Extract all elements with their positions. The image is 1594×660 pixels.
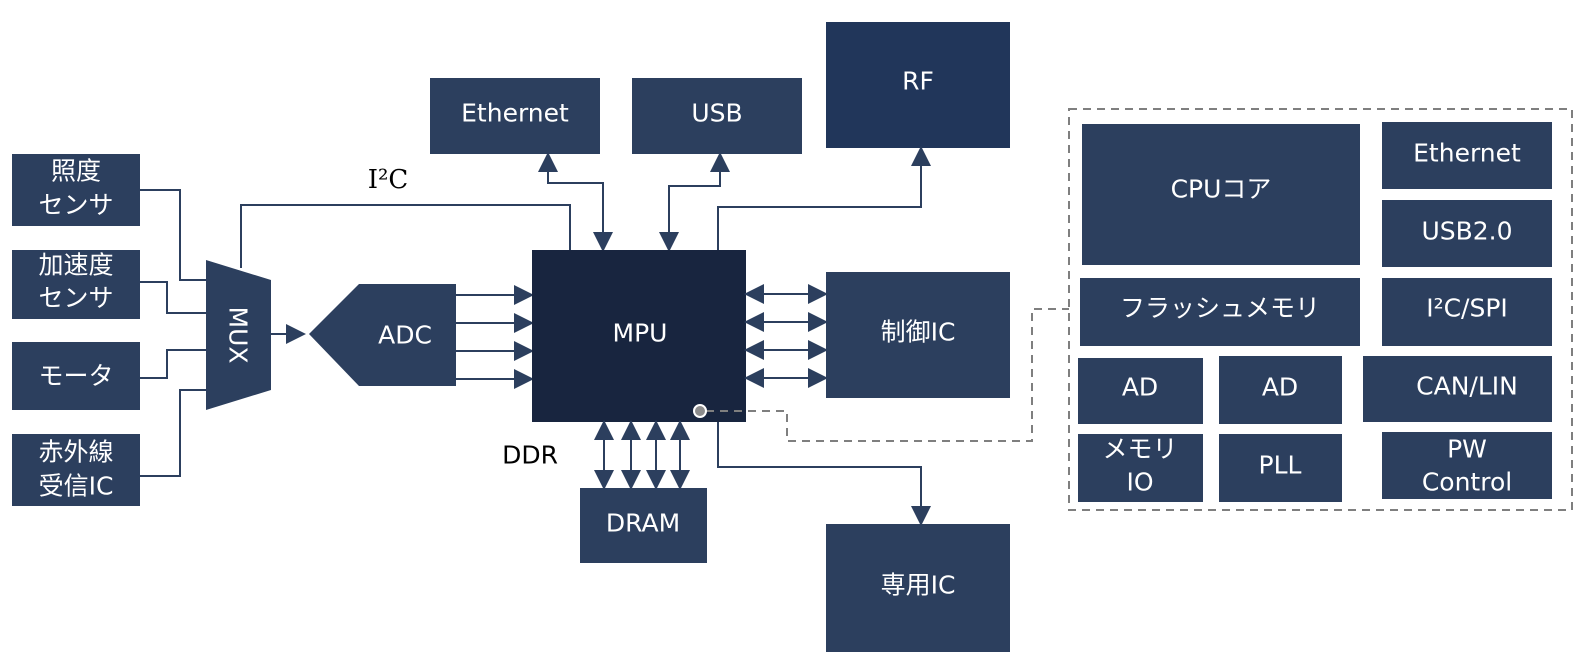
sensor-wires bbox=[140, 189, 206, 477]
detail-label: CAN/LIN bbox=[1416, 372, 1518, 401]
sensor-label-line1: 加速度 bbox=[38, 251, 113, 280]
arrow-mpu-rf bbox=[717, 146, 931, 250]
detail-label-line2: Control bbox=[1422, 468, 1512, 497]
detail-block-pll[interactable]: PLL bbox=[1219, 434, 1342, 502]
mpu-dram-arrows bbox=[594, 420, 690, 490]
detail-label: I²C/SPI bbox=[1426, 294, 1508, 323]
sensor-label-line2: センサ bbox=[38, 284, 113, 313]
block-diagram: 照度 センサ 加速度 センサ モータ 赤外線 受信IC I²C MUX ADC bbox=[12, 22, 1573, 652]
sensor-block-illuminance[interactable]: 照度 センサ bbox=[12, 154, 140, 226]
detail-block-ad-1[interactable]: AD bbox=[1078, 358, 1203, 424]
dram-block[interactable]: DRAM bbox=[580, 488, 707, 563]
detail-block-memory-io[interactable]: メモリ IO bbox=[1078, 434, 1203, 502]
detail-label: Ethernet bbox=[1413, 139, 1521, 168]
detail-block-pw-control[interactable]: PW Control bbox=[1382, 432, 1552, 499]
mpu-label: MPU bbox=[613, 319, 668, 348]
mpu-control-ic-arrows bbox=[744, 284, 828, 388]
detail-label: フラッシュメモリ bbox=[1120, 294, 1320, 323]
callout-handle[interactable] bbox=[693, 404, 707, 418]
detail-label: USB2.0 bbox=[1421, 217, 1512, 246]
detail-block-usb2[interactable]: USB2.0 bbox=[1382, 200, 1552, 267]
arrow-mpu-usb bbox=[659, 152, 730, 252]
sensor-block-motor[interactable]: モータ bbox=[12, 342, 140, 410]
arrow-mpu-ethernet bbox=[538, 152, 613, 252]
detail-label: PLL bbox=[1259, 451, 1302, 480]
detail-block-cpu-core[interactable]: CPUコア bbox=[1082, 124, 1360, 265]
ddr-bus-label: DDR bbox=[502, 441, 558, 470]
control-ic-block[interactable]: 制御IC bbox=[826, 272, 1010, 398]
adc-label: ADC bbox=[378, 321, 432, 350]
mux-label: MUX bbox=[224, 307, 253, 364]
usb-label: USB bbox=[691, 99, 742, 128]
detail-block-ethernet[interactable]: Ethernet bbox=[1382, 122, 1552, 189]
i2c-bus-label: I²C bbox=[368, 165, 409, 195]
detail-label: PW bbox=[1447, 435, 1487, 464]
mux-block[interactable]: MUX bbox=[206, 260, 271, 410]
adc-block[interactable]: ADC bbox=[309, 284, 456, 386]
mpu-block[interactable]: MPU bbox=[532, 250, 746, 422]
detail-block-flash[interactable]: フラッシュメモリ bbox=[1080, 278, 1360, 346]
rf-block[interactable]: RF bbox=[826, 22, 1010, 148]
detail-block-can-lin[interactable]: CAN/LIN bbox=[1363, 356, 1552, 422]
mpu-detail-panel: CPUコア Ethernet USB2.0 フラッシュメモリ I²C/SPI A… bbox=[1078, 122, 1552, 502]
dedicated-ic-block[interactable]: 専用IC bbox=[826, 524, 1010, 652]
wire-accel-to-mux bbox=[140, 281, 206, 314]
detail-label: CPUコア bbox=[1171, 175, 1272, 204]
detail-label-line2: IO bbox=[1126, 468, 1153, 497]
detail-label: AD bbox=[1262, 373, 1298, 402]
sensor-label-line2: センサ bbox=[38, 191, 113, 220]
arrow-mpu-dedicated-ic bbox=[717, 422, 931, 526]
wire-illuminance-to-mux bbox=[140, 189, 206, 281]
wire-motor-to-mux bbox=[140, 349, 206, 379]
sensor-label-line1: 赤外線 bbox=[38, 438, 113, 467]
ethernet-block[interactable]: Ethernet bbox=[430, 78, 600, 154]
sensor-block-infrared[interactable]: 赤外線 受信IC bbox=[12, 434, 140, 506]
sensor-label-line1: モータ bbox=[38, 362, 113, 391]
sensor-label-line1: 照度 bbox=[51, 157, 101, 186]
ethernet-label: Ethernet bbox=[461, 99, 569, 128]
dram-label: DRAM bbox=[606, 509, 680, 538]
detail-block-ad-2[interactable]: AD bbox=[1219, 356, 1342, 424]
rf-label: RF bbox=[902, 67, 934, 96]
wire-i2c-mux-to-mpu bbox=[240, 204, 571, 268]
detail-block-i2c-spi[interactable]: I²C/SPI bbox=[1382, 278, 1552, 346]
wire-ir-to-mux bbox=[140, 389, 206, 477]
adc-to-mpu-arrows bbox=[456, 285, 534, 389]
usb-block[interactable]: USB bbox=[632, 78, 802, 154]
dedicated-ic-label: 専用IC bbox=[881, 571, 956, 600]
sensor-block-accelerometer[interactable]: 加速度 センサ bbox=[12, 250, 140, 319]
control-ic-label: 制御IC bbox=[881, 318, 956, 347]
detail-label: メモリ bbox=[1102, 435, 1177, 464]
sensor-label-line2: 受信IC bbox=[39, 472, 114, 501]
detail-label: AD bbox=[1122, 373, 1158, 402]
